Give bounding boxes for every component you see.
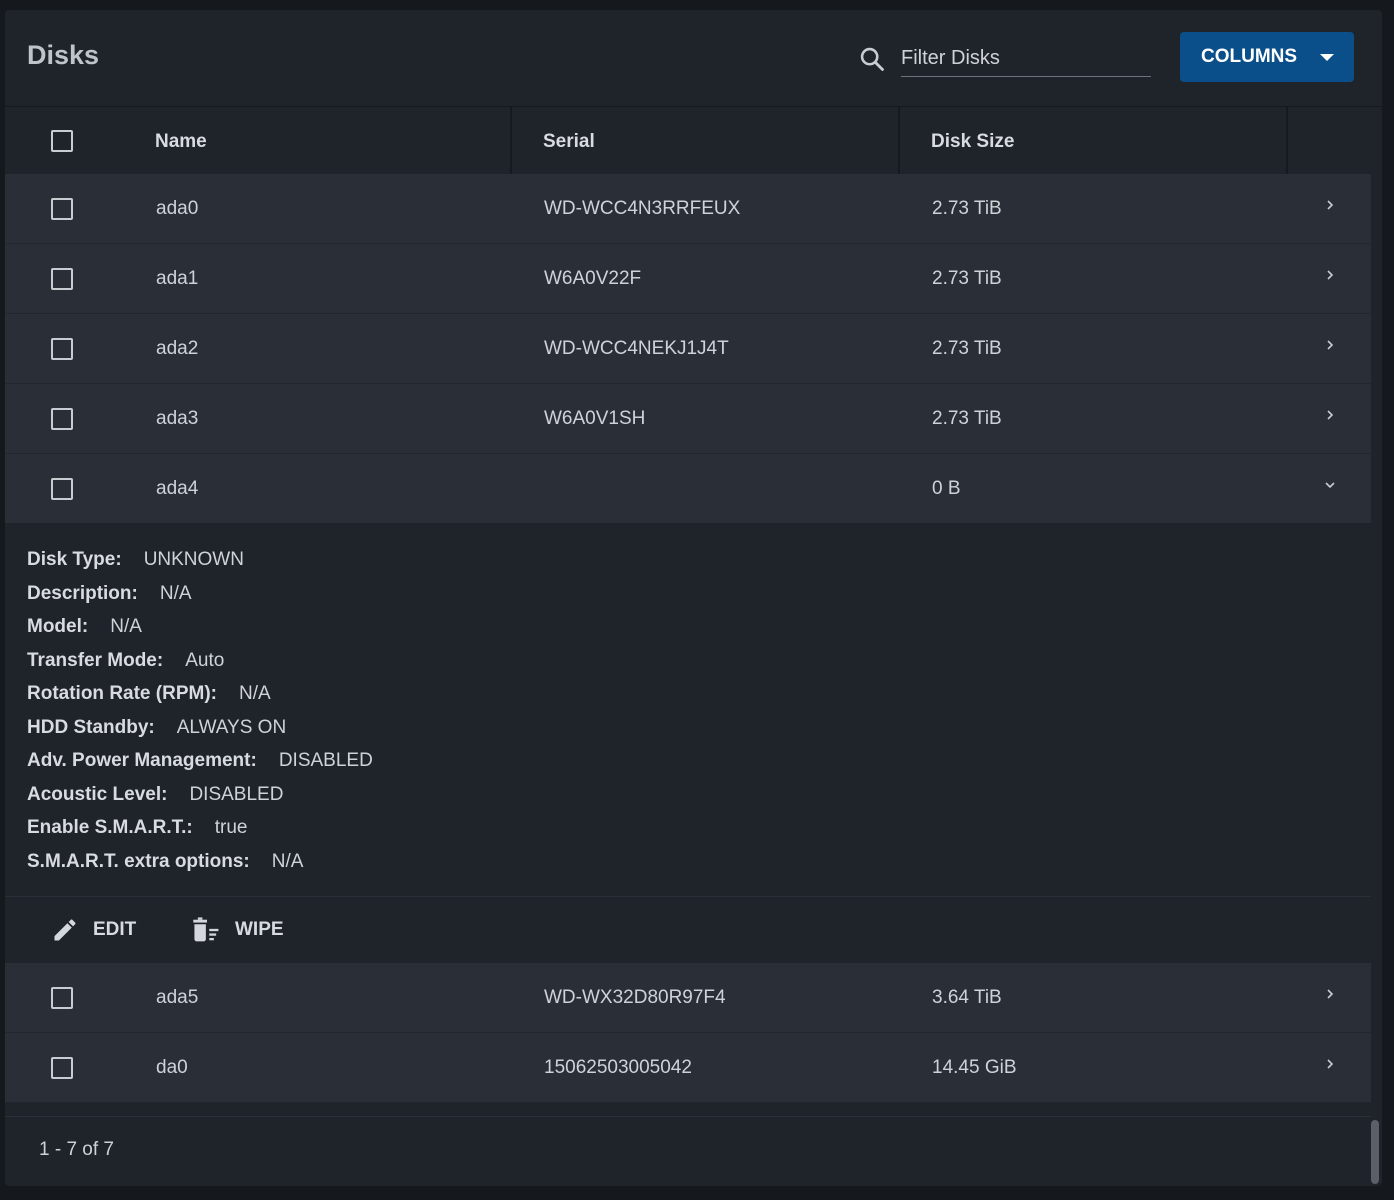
chevron-down-icon[interactable] [1323,478,1337,492]
wipe-label: WIPE [235,919,284,940]
table-row[interactable]: da0 15062503005042 14.45 GiB [5,1033,1371,1103]
disk-serial: WD-WCC4N3RRFEUX [544,198,741,219]
filter-input[interactable]: Filter Disks [901,40,1151,77]
row-checkbox[interactable] [51,338,73,360]
column-divider[interactable] [510,107,512,175]
detail-description: Description: N/A [27,583,192,604]
disk-serial: W6A0V22F [544,268,642,289]
chevron-right-icon[interactable] [1323,1057,1337,1071]
detail-disk-type: Disk Type: UNKNOWN [27,549,244,570]
disk-size: 0 B [932,478,961,499]
table-row[interactable]: ada3 W6A0V1SH 2.73 TiB [5,384,1371,454]
detail-transfer-mode: Transfer Mode: Auto [27,650,225,671]
column-header-disk-size[interactable]: Disk Size [931,107,1014,175]
caret-down-icon [1320,54,1334,61]
chevron-right-icon[interactable] [1323,987,1337,1001]
table-row[interactable]: ada0 WD-WCC4N3RRFEUX 2.73 TiB [5,174,1371,244]
delete-sweep-icon [193,917,219,942]
select-all-checkbox[interactable] [51,130,73,152]
disk-name: ada3 [156,408,199,429]
detail-enable-smart: Enable S.M.A.R.T.: true [27,817,248,838]
row-checkbox[interactable] [51,987,73,1009]
disk-serial: WD-WX32D80R97F4 [544,987,726,1008]
detail-acoustic-level: Acoustic Level: DISABLED [27,784,284,805]
detail-adv-power-management: Adv. Power Management: DISABLED [27,750,373,771]
row-actions: EDIT WIPE [5,898,1371,963]
row-checkbox[interactable] [51,408,73,430]
detail-rotation-rate: Rotation Rate (RPM): N/A [27,683,271,704]
scrollbar[interactable] [1371,1120,1379,1184]
disk-details: Disk Type: UNKNOWN Description: N/A Model:… [5,523,1371,897]
disk-size: 3.64 TiB [932,987,1002,1008]
column-header-name[interactable]: Name [155,107,207,175]
disk-name: ada4 [156,478,199,499]
disk-name: da0 [156,1057,188,1078]
column-divider[interactable] [1286,107,1288,175]
columns-button-label: COLUMNS [1201,46,1298,67]
disk-serial: W6A0V1SH [544,408,646,429]
page-title: Disks [27,40,100,70]
disk-size: 2.73 TiB [932,338,1002,359]
chevron-right-icon[interactable] [1323,198,1337,212]
disk-size: 2.73 TiB [932,408,1002,429]
disk-size: 2.73 TiB [932,268,1002,289]
divider [5,896,1371,897]
row-checkbox[interactable] [51,1057,73,1079]
table-row-expanded[interactable]: ada4 0 B [5,454,1371,524]
chevron-right-icon[interactable] [1323,408,1337,422]
chevron-right-icon[interactable] [1323,268,1337,282]
pagination-range: 1 - 7 of 7 [39,1139,114,1160]
column-divider[interactable] [898,107,900,175]
disk-size: 14.45 GiB [932,1057,1017,1078]
table-header: Name Serial Disk Size [5,106,1382,175]
disk-name: ada5 [156,987,199,1008]
disk-name: ada0 [156,198,199,219]
disk-serial: WD-WCC4NEKJ1J4T [544,338,729,359]
detail-smart-extra-options: S.M.A.R.T. extra options: N/A [27,851,304,872]
disk-name: ada1 [156,268,199,289]
chevron-right-icon[interactable] [1323,338,1337,352]
wipe-button[interactable]: WIPE [191,915,284,945]
pencil-icon [54,919,76,941]
columns-button[interactable]: COLUMNS [1180,32,1354,82]
disks-panel: Disks Filter Disks COLUMNS Name Serial D… [5,10,1382,1186]
detail-hdd-standby: HDD Standby: ALWAYS ON [27,717,287,738]
table-row[interactable]: ada5 WD-WX32D80R97F4 3.64 TiB [5,963,1371,1033]
disk-size: 2.73 TiB [932,198,1002,219]
table-row[interactable]: ada1 W6A0V22F 2.73 TiB [5,244,1371,314]
row-checkbox[interactable] [51,198,73,220]
column-header-serial[interactable]: Serial [543,107,595,175]
edit-label: EDIT [93,919,137,940]
row-checkbox[interactable] [51,268,73,290]
table-row[interactable]: ada2 WD-WCC4NEKJ1J4T 2.73 TiB [5,314,1371,384]
edit-button[interactable]: EDIT [51,915,136,945]
disk-serial: 15062503005042 [544,1057,692,1078]
disk-name: ada2 [156,338,199,359]
toolbar: Disks Filter Disks COLUMNS [5,10,1382,106]
detail-model: Model: N/A [27,616,142,637]
search-icon [860,47,884,71]
row-checkbox[interactable] [51,478,73,500]
table-footer: 1 - 7 of 7 [5,1116,1371,1186]
